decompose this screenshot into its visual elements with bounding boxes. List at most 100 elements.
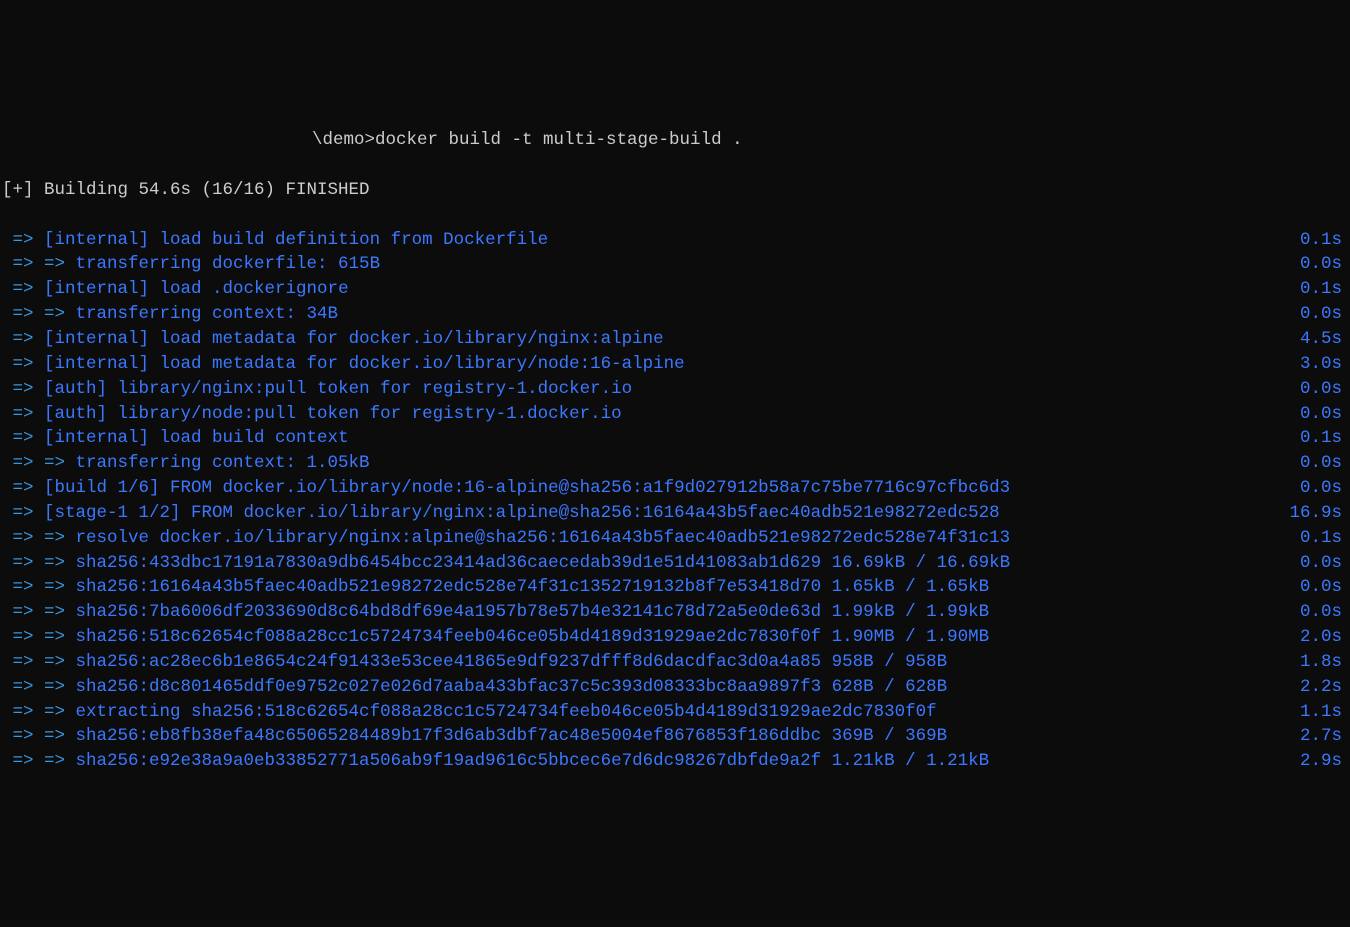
arrow-prefix: => => <box>2 254 76 274</box>
build-step-message: sha256:433dbc17191a7830a9db6454bcc23414a… <box>76 553 1011 573</box>
arrow-prefix: => => <box>2 702 76 722</box>
build-step-text: => => transferring context: 34B <box>2 302 338 327</box>
build-step-time: 1.8s <box>1300 650 1348 675</box>
build-step-line: => => sha256:e92e38a9a0eb33852771a506ab9… <box>2 749 1348 774</box>
arrow-prefix: => <box>2 503 44 523</box>
build-step-message: [internal] load build definition from Do… <box>44 230 548 250</box>
prompt-command: \demo>docker build -t multi-stage-build … <box>312 130 743 150</box>
build-step-line: => => sha256:518c62654cf088a28cc1c572473… <box>2 625 1348 650</box>
arrow-prefix: => <box>2 230 44 250</box>
build-step-message: transferring dockerfile: 615B <box>76 254 381 274</box>
build-step-time: 0.0s <box>1300 451 1348 476</box>
build-step-message: [internal] load metadata for docker.io/l… <box>44 329 664 349</box>
arrow-prefix: => => <box>2 553 76 573</box>
build-step-time: 4.5s <box>1300 327 1348 352</box>
build-step-time: 0.1s <box>1300 426 1348 451</box>
build-step-line: => => transferring context: 34B0.0s <box>2 302 1348 327</box>
build-step-text: => => sha256:ac28ec6b1e8654c24f91433e53c… <box>2 650 947 675</box>
build-step-message: [auth] library/nginx:pull token for regi… <box>44 379 632 399</box>
build-step-line: => [internal] load metadata for docker.i… <box>2 327 1348 352</box>
build-step-line: => => transferring dockerfile: 615B0.0s <box>2 252 1348 277</box>
build-step-line: => => sha256:433dbc17191a7830a9db6454bcc… <box>2 551 1348 576</box>
build-step-text: => => sha256:d8c801465ddf0e9752c027e026d… <box>2 675 947 700</box>
build-step-line: => => sha256:d8c801465ddf0e9752c027e026d… <box>2 675 1348 700</box>
build-step-line: => => resolve docker.io/library/nginx:al… <box>2 526 1348 551</box>
arrow-prefix: => <box>2 478 44 498</box>
arrow-prefix: => <box>2 428 44 448</box>
build-step-line: => [auth] library/nginx:pull token for r… <box>2 377 1348 402</box>
build-step-line: => [internal] load .dockerignore 0.1s <box>2 277 1348 302</box>
build-step-text: => => sha256:16164a43b5faec40adb521e9827… <box>2 575 989 600</box>
build-step-text: => => transferring dockerfile: 615B <box>2 252 380 277</box>
build-step-text: => [internal] load metadata for docker.i… <box>2 327 664 352</box>
build-step-message: sha256:e92e38a9a0eb33852771a506ab9f19ad9… <box>76 751 990 771</box>
build-step-text: => => sha256:433dbc17191a7830a9db6454bcc… <box>2 551 1010 576</box>
arrow-prefix: => => <box>2 453 76 473</box>
build-step-time: 2.0s <box>1300 625 1348 650</box>
build-step-message: [internal] load build context <box>44 428 349 448</box>
build-step-time: 2.9s <box>1300 749 1348 774</box>
build-step-line: => [internal] load build definition from… <box>2 228 1348 253</box>
build-step-line: => [internal] load build context 0.1s <box>2 426 1348 451</box>
arrow-prefix: => => <box>2 577 76 597</box>
build-step-line: => [stage-1 1/2] FROM docker.io/library/… <box>2 501 1348 526</box>
arrow-prefix: => <box>2 354 44 374</box>
build-step-text: => => sha256:7ba6006df2033690d8c64bd8df6… <box>2 600 989 625</box>
build-step-time: 0.1s <box>1300 526 1348 551</box>
build-step-text: => => transferring context: 1.05kB <box>2 451 370 476</box>
build-step-text: => [internal] load .dockerignore <box>2 277 349 302</box>
build-step-time: 2.2s <box>1300 675 1348 700</box>
build-step-message: sha256:ac28ec6b1e8654c24f91433e53cee4186… <box>76 652 948 672</box>
build-step-line: => [auth] library/node:pull token for re… <box>2 402 1348 427</box>
build-step-text: => [internal] load build definition from… <box>2 228 548 253</box>
build-step-message: [stage-1 1/2] FROM docker.io/library/ngi… <box>44 503 1000 523</box>
build-step-text: => [auth] library/node:pull token for re… <box>2 402 622 427</box>
build-step-time: 2.7s <box>1300 724 1348 749</box>
build-step-message: [build 1/6] FROM docker.io/library/node:… <box>44 478 1010 498</box>
build-step-message: sha256:16164a43b5faec40adb521e98272edc52… <box>76 577 990 597</box>
build-step-text: => => resolve docker.io/library/nginx:al… <box>2 526 1010 551</box>
build-step-text: => [build 1/6] FROM docker.io/library/no… <box>2 476 1010 501</box>
arrow-prefix: => => <box>2 652 76 672</box>
build-step-text: => => extracting sha256:518c62654cf088a2… <box>2 700 937 725</box>
build-step-time: 1.1s <box>1300 700 1348 725</box>
build-step-message: [auth] library/node:pull token for regis… <box>44 404 622 424</box>
build-step-line: => => sha256:ac28ec6b1e8654c24f91433e53c… <box>2 650 1348 675</box>
build-status-text: [+] Building 54.6s (16/16) FINISHED <box>2 178 370 203</box>
build-step-message: transferring context: 1.05kB <box>76 453 370 473</box>
arrow-prefix: => => <box>2 677 76 697</box>
build-step-text: => => sha256:518c62654cf088a28cc1c572473… <box>2 625 989 650</box>
build-step-text: => [internal] load build context <box>2 426 349 451</box>
build-step-time: 0.0s <box>1300 600 1348 625</box>
build-step-message: sha256:eb8fb38efa48c65065284489b17f3d6ab… <box>76 726 948 746</box>
build-step-time: 3.0s <box>1300 352 1348 377</box>
build-step-message: sha256:d8c801465ddf0e9752c027e026d7aaba4… <box>76 677 948 697</box>
build-step-message: transferring context: 34B <box>76 304 339 324</box>
build-step-line: => [build 1/6] FROM docker.io/library/no… <box>2 476 1348 501</box>
build-step-time: 0.1s <box>1300 228 1348 253</box>
build-step-text: => [auth] library/nginx:pull token for r… <box>2 377 632 402</box>
build-step-time: 0.0s <box>1300 551 1348 576</box>
build-step-line: => [internal] load metadata for docker.i… <box>2 352 1348 377</box>
build-step-time: 0.0s <box>1300 575 1348 600</box>
build-step-time: 0.0s <box>1300 402 1348 427</box>
prompt-line: \demo>docker build -t multi-stage-build … <box>2 128 1348 153</box>
build-step-line: => => extracting sha256:518c62654cf088a2… <box>2 700 1348 725</box>
build-status-line: [+] Building 54.6s (16/16) FINISHED <box>2 178 1348 203</box>
arrow-prefix: => => <box>2 726 76 746</box>
build-step-message: [internal] load .dockerignore <box>44 279 349 299</box>
arrow-prefix: => <box>2 404 44 424</box>
build-step-message: sha256:518c62654cf088a28cc1c5724734feeb0… <box>76 627 990 647</box>
arrow-prefix: => <box>2 329 44 349</box>
build-step-text: => [stage-1 1/2] FROM docker.io/library/… <box>2 501 1000 526</box>
build-step-text: => [internal] load metadata for docker.i… <box>2 352 685 377</box>
arrow-prefix: => => <box>2 528 76 548</box>
build-step-line: => => sha256:16164a43b5faec40adb521e9827… <box>2 575 1348 600</box>
arrow-prefix: => => <box>2 304 76 324</box>
build-step-message: extracting sha256:518c62654cf088a28cc1c5… <box>76 702 937 722</box>
build-step-time: 0.0s <box>1300 377 1348 402</box>
arrow-prefix: => => <box>2 602 76 622</box>
build-step-time: 0.1s <box>1300 277 1348 302</box>
arrow-prefix: => <box>2 279 44 299</box>
terminal-output: \demo>docker build -t multi-stage-build … <box>2 103 1348 799</box>
